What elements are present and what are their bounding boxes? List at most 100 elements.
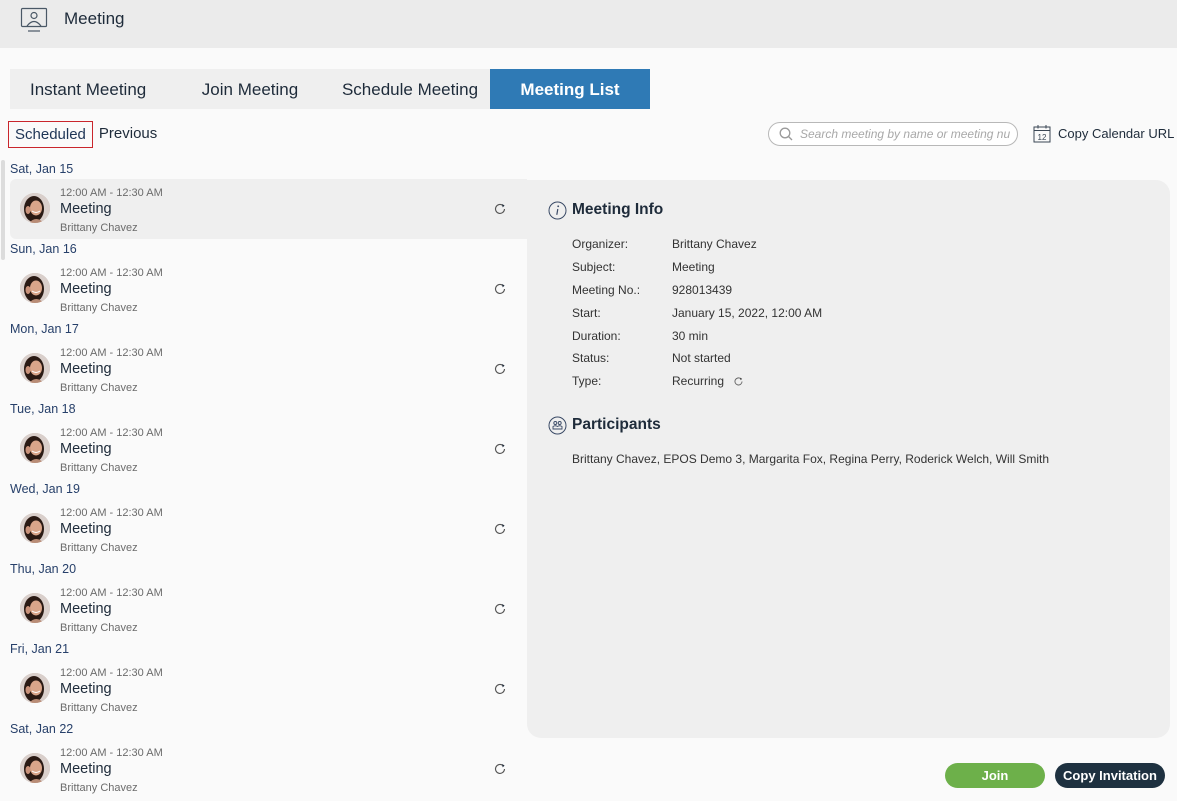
list-filter-tabs: Scheduled Previous	[8, 121, 163, 148]
info-row-organizer: Organizer: Brittany Chavez	[572, 237, 757, 251]
meeting-info-title: Meeting Info	[572, 201, 664, 218]
join-button[interactable]: Join	[945, 763, 1045, 788]
meeting-organizer: Brittany Chavez	[60, 782, 138, 794]
recurring-icon	[494, 603, 506, 614]
day-group: Sat, Jan 22 12:00 AM - 12:30 AM Meeting …	[0, 718, 527, 798]
day-label: Sat, Jan 22	[10, 722, 74, 736]
meeting-time: 12:00 AM - 12:30 AM	[60, 427, 163, 439]
day-group: Wed, Jan 19 12:00 AM - 12:30 AM Meeting …	[0, 478, 527, 558]
meeting-list-item[interactable]: 12:00 AM - 12:30 AM Meeting Brittany Cha…	[10, 579, 527, 639]
main-tabs: Instant Meeting Join Meeting Schedule Me…	[10, 69, 650, 109]
meeting-number-value: 928013439	[672, 283, 733, 297]
meeting-organizer: Brittany Chavez	[60, 462, 138, 474]
organizer-avatar	[20, 353, 50, 383]
day-label: Thu, Jan 20	[10, 562, 77, 576]
meeting-time: 12:00 AM - 12:30 AM	[60, 747, 163, 759]
recurring-icon	[494, 203, 506, 214]
tab-instant-meeting[interactable]: Instant Meeting	[10, 69, 170, 109]
meeting-list-item[interactable]: 12:00 AM - 12:30 AM Meeting Brittany Cha…	[10, 659, 527, 719]
participants-title: Participants	[572, 416, 661, 433]
meeting-organizer: Brittany Chavez	[60, 622, 138, 634]
copy-invitation-button[interactable]: Copy Invitation	[1055, 763, 1165, 788]
meeting-title: Meeting	[60, 761, 112, 777]
meeting-list-item[interactable]: 12:00 AM - 12:30 AM Meeting Brittany Cha…	[10, 739, 527, 799]
recurring-icon	[494, 763, 506, 774]
meeting-list-item[interactable]: 12:00 AM - 12:30 AM Meeting Brittany Cha…	[10, 419, 527, 479]
copy-calendar-url-button[interactable]: 12 Copy Calendar URL	[1033, 124, 1174, 143]
day-label: Sun, Jan 16	[10, 242, 77, 256]
calendar-icon: 12	[1033, 125, 1051, 143]
tab-join-meeting[interactable]: Join Meeting	[170, 69, 330, 109]
info-row-duration: Duration: 30 min	[572, 329, 709, 343]
meeting-title: Meeting	[60, 281, 112, 297]
meeting-organizer: Brittany Chavez	[60, 222, 138, 234]
info-row-meeting-number: Meeting No.: 928013439	[572, 283, 733, 297]
organizer-avatar	[20, 513, 50, 543]
duration-value: 30 min	[672, 329, 709, 343]
meeting-time: 12:00 AM - 12:30 AM	[60, 507, 163, 519]
tab-schedule-meeting[interactable]: Schedule Meeting	[330, 69, 490, 109]
meeting-title: Meeting	[60, 681, 112, 697]
day-label: Sat, Jan 15	[10, 162, 74, 176]
meeting-time: 12:00 AM - 12:30 AM	[60, 667, 163, 679]
meeting-list-item[interactable]: 12:00 AM - 12:30 AM Meeting Brittany Cha…	[10, 179, 527, 239]
recurring-icon	[494, 683, 506, 694]
search-input[interactable]	[800, 127, 1010, 141]
copy-calendar-url-label: Copy Calendar URL	[1058, 126, 1175, 141]
info-row-start: Start: January 15, 2022, 12:00 AM	[572, 306, 823, 320]
recurring-icon	[494, 283, 506, 294]
title-bar: Meeting	[0, 0, 1177, 48]
meeting-organizer: Brittany Chavez	[60, 702, 138, 714]
meeting-time: 12:00 AM - 12:30 AM	[60, 187, 163, 199]
meeting-organizer: Brittany Chavez	[60, 382, 138, 394]
organizer-avatar	[20, 753, 50, 783]
meeting-organizer: Brittany Chavez	[60, 302, 138, 314]
info-row-subject: Subject: Meeting	[572, 260, 715, 274]
organizer-avatar	[20, 673, 50, 703]
day-group: Mon, Jan 17 12:00 AM - 12:30 AM Meeting …	[0, 318, 527, 398]
meeting-time: 12:00 AM - 12:30 AM	[60, 587, 163, 599]
day-label: Fri, Jan 21	[10, 642, 70, 656]
app-title: Meeting	[64, 9, 125, 28]
meeting-list-item[interactable]: 12:00 AM - 12:30 AM Meeting Brittany Cha…	[10, 339, 527, 399]
day-group: Sun, Jan 16 12:00 AM - 12:30 AM Meeting …	[0, 238, 527, 318]
tab-meeting-list[interactable]: Meeting List	[490, 69, 650, 109]
meeting-list: Sat, Jan 15 12:00 AM - 12:30 AM Meeting …	[0, 158, 527, 801]
presenter-screen-icon	[20, 7, 48, 32]
meeting-organizer: Brittany Chavez	[60, 542, 138, 554]
meeting-title: Meeting	[60, 361, 112, 377]
meeting-time: 12:00 AM - 12:30 AM	[60, 347, 163, 359]
day-label: Mon, Jan 17	[10, 322, 79, 336]
info-row-type: Type: Recurring	[572, 374, 744, 388]
meeting-details-panel: Meeting Info Organizer: Brittany Chavez …	[527, 180, 1170, 738]
svg-text:12: 12	[1038, 133, 1047, 142]
day-group: Sat, Jan 15 12:00 AM - 12:30 AM Meeting …	[0, 158, 527, 239]
recurring-icon	[734, 376, 743, 385]
organizer-avatar	[20, 433, 50, 463]
meeting-time: 12:00 AM - 12:30 AM	[60, 267, 163, 279]
info-icon	[548, 201, 567, 220]
search-box	[768, 122, 1018, 146]
status-value: Not started	[672, 351, 731, 365]
info-row-status: Status: Not started	[572, 351, 731, 365]
organizer-value: Brittany Chavez	[672, 237, 757, 251]
meeting-title: Meeting	[60, 201, 112, 217]
participants-list: Brittany Chavez, EPOS Demo 3, Margarita …	[572, 452, 1050, 466]
start-value: January 15, 2022, 12:00 AM	[672, 306, 823, 320]
type-value: Recurring	[672, 374, 725, 388]
organizer-avatar	[20, 193, 50, 223]
recurring-icon	[494, 523, 506, 534]
day-label: Tue, Jan 18	[10, 402, 76, 416]
participants-icon	[548, 416, 567, 435]
subtab-scheduled[interactable]: Scheduled	[8, 121, 93, 148]
recurring-icon	[494, 443, 506, 454]
day-label: Wed, Jan 19	[10, 482, 80, 496]
meeting-title: Meeting	[60, 601, 112, 617]
recurring-icon	[494, 363, 506, 374]
meeting-list-item[interactable]: 12:00 AM - 12:30 AM Meeting Brittany Cha…	[10, 499, 527, 559]
meeting-list-item[interactable]: 12:00 AM - 12:30 AM Meeting Brittany Cha…	[10, 259, 527, 319]
meeting-title: Meeting	[60, 521, 112, 537]
organizer-avatar	[20, 273, 50, 303]
subtab-previous[interactable]: Previous	[93, 121, 163, 148]
organizer-avatar	[20, 593, 50, 623]
